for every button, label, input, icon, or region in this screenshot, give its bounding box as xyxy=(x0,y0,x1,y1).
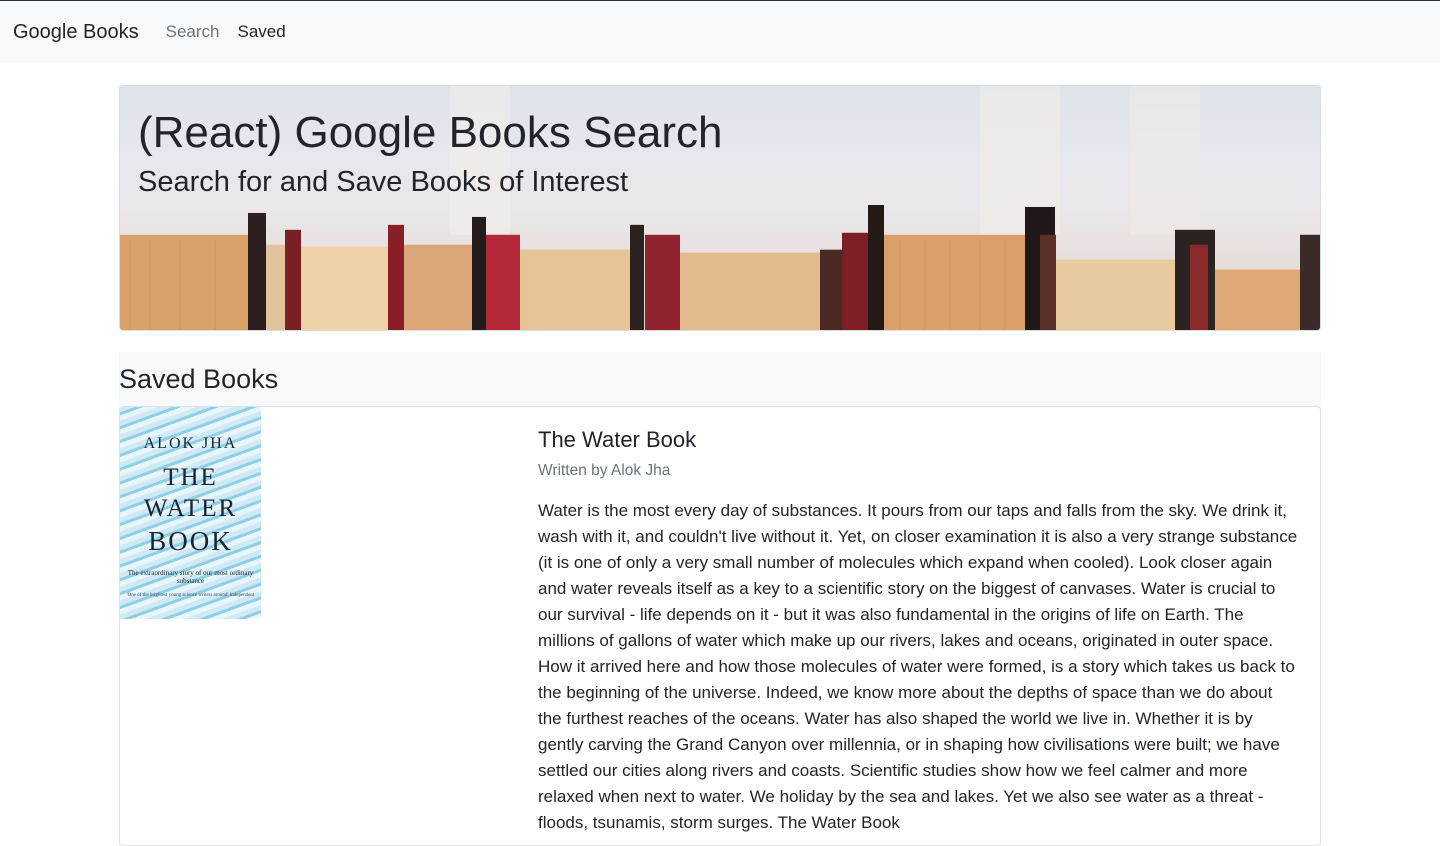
cover-title-line: THE xyxy=(163,464,218,491)
main-container: (React) Google Books Search Search for a… xyxy=(119,85,1321,846)
book-title: The Water Book xyxy=(538,427,697,452)
cover-quote: 'One of the brightest young science writ… xyxy=(126,593,255,598)
book-description: Water is the most every day of substance… xyxy=(538,501,1298,832)
cover-tagline: The extraordinary story of our most ordi… xyxy=(127,569,254,585)
saved-books-heading: Saved Books xyxy=(119,363,279,394)
hero-subtitle: Search for and Save Books of Interest xyxy=(138,166,629,198)
cover-title-line: WATER xyxy=(143,495,238,522)
brand-link[interactable]: Google Books xyxy=(13,21,139,44)
book-cover-image: ALOK JHA THE WATER BOOK The extraordinar… xyxy=(120,407,261,619)
hero-banner: (React) Google Books Search Search for a… xyxy=(119,85,1321,331)
cover-author: ALOK JHA xyxy=(143,435,238,452)
top-navbar: Google Books Search Saved xyxy=(0,1,1440,63)
nav-link-saved[interactable]: Saved xyxy=(238,22,286,42)
saved-books-header: Saved Books xyxy=(119,352,1321,406)
hero-title: (React) Google Books Search xyxy=(138,108,723,157)
book-card-body: The Water Book Written by Alok Jha Water… xyxy=(538,427,1298,836)
cover-title-line: BOOK xyxy=(148,526,233,556)
book-author: Written by Alok Jha xyxy=(538,462,671,479)
book-card: ALOK JHA THE WATER BOOK The extraordinar… xyxy=(119,406,1321,846)
nav-link-search[interactable]: Search xyxy=(166,22,220,42)
